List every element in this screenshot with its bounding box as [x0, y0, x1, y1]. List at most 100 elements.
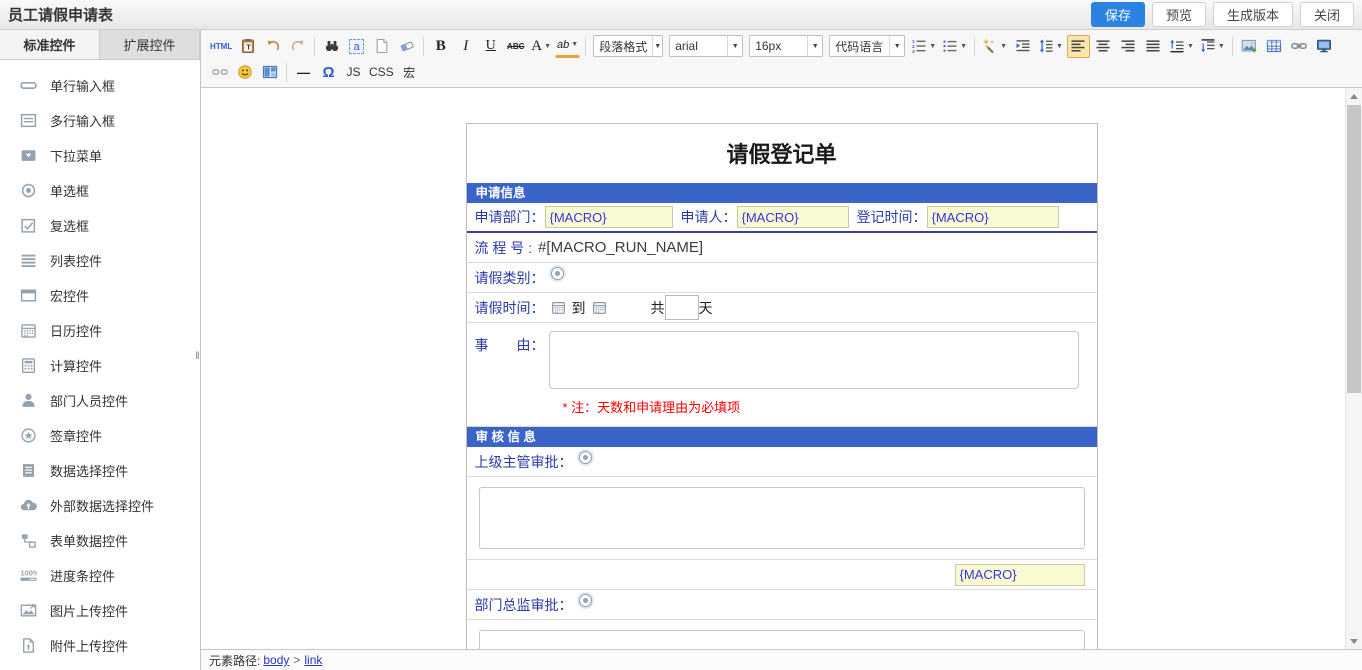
js-button[interactable]: JS [342, 61, 365, 84]
sidebar-item-file-upload-control[interactable]: 附件上传控件 [0, 628, 200, 663]
sidebar-item-signature-control[interactable]: 签章控件 [0, 418, 200, 453]
sidebar-item-image-upload-control[interactable]: 图片上传控件 [0, 593, 200, 628]
chevron-down-icon[interactable]: ▼ [807, 36, 822, 56]
sidebar-item-data-select-control[interactable]: 数据选择控件 [0, 453, 200, 488]
sidebar-item-external-data-control[interactable]: 外部数据选择控件 [0, 488, 200, 523]
font-size-select[interactable]: 16px▼ [749, 35, 823, 57]
element-path-link-link[interactable]: link [304, 653, 322, 667]
insert-image-button[interactable] [1238, 35, 1261, 58]
align-left-button[interactable] [1067, 35, 1090, 58]
special-char-button[interactable]: Ω [317, 61, 340, 84]
leave-type-radio[interactable] [551, 267, 564, 280]
bold-button[interactable]: B [429, 35, 452, 58]
sidebar-item-dropdown-menu[interactable]: 下拉菜单 [0, 138, 200, 173]
font-color-button[interactable]: A▼ [529, 35, 553, 58]
chevron-down-icon[interactable]: ▼ [1000, 43, 1007, 50]
insert-link-button[interactable] [1288, 35, 1311, 58]
editor-canvas[interactable]: 请假登记单 申请信息 申请部门： 申请人： 登记时间： 流 程 号 : #[MA… [201, 88, 1362, 649]
sidebar-item-calendar-control[interactable]: 日历控件 [0, 313, 200, 348]
end-date-calendar-icon[interactable] [592, 300, 607, 315]
sidebar-item-multi-line-input[interactable]: 多行输入框 [0, 103, 200, 138]
sidebar-item-progress-control[interactable]: 进度条控件 [0, 558, 200, 593]
strikethrough-button[interactable]: ABC [504, 35, 527, 58]
chevron-down-icon[interactable]: ▼ [652, 36, 662, 56]
days-input[interactable] [665, 295, 699, 320]
sidebar-item-single-line-input[interactable]: 单行输入框 [0, 68, 200, 103]
highlight-button[interactable]: ab▼ [555, 35, 580, 58]
chevron-down-icon[interactable]: ▼ [1187, 43, 1194, 50]
chevron-down-icon[interactable]: ▼ [571, 39, 578, 51]
sidebar-item-form-data-control[interactable]: 表单数据控件 [0, 523, 200, 558]
find-button[interactable] [320, 35, 343, 58]
tab-standard-controls[interactable]: 标准控件 [0, 30, 100, 59]
sidebar-item-list-control[interactable]: 列表控件 [0, 243, 200, 278]
align-center-button[interactable] [1092, 35, 1115, 58]
chevron-down-icon[interactable]: ▼ [960, 43, 967, 50]
new-document-button[interactable] [370, 35, 393, 58]
sidebar-splitter-handle[interactable]: ‖ [194, 348, 201, 366]
ordered-list-button[interactable]: ▼ [909, 35, 938, 58]
css-button[interactable]: CSS [367, 61, 396, 84]
paragraph-space-top-button[interactable]: ▼ [1167, 35, 1196, 58]
scrollbar-down-arrow[interactable] [1346, 633, 1362, 649]
paste-text-button[interactable] [236, 35, 259, 58]
scrollbar-up-arrow[interactable] [1346, 88, 1362, 104]
chevron-down-icon[interactable]: ▼ [1218, 43, 1225, 50]
chevron-down-icon[interactable]: ▼ [889, 36, 904, 56]
sidebar-item-radio[interactable]: 单选框 [0, 173, 200, 208]
generate-version-button[interactable]: 生成版本 [1213, 2, 1293, 27]
line-height-button[interactable]: ▼ [1036, 35, 1065, 58]
paragraph-space-bottom-button[interactable]: ▼ [1198, 35, 1227, 58]
undo-button[interactable] [261, 35, 284, 58]
underline-button[interactable]: U [479, 35, 502, 58]
canvas-scrollbar[interactable] [1345, 88, 1362, 649]
chevron-down-icon[interactable]: ▼ [727, 36, 742, 56]
save-button[interactable]: 保存 [1091, 2, 1145, 27]
applicant-macro-input[interactable] [737, 206, 849, 228]
bullet-list-button[interactable]: ▼ [940, 35, 969, 58]
regtime-macro-input[interactable] [927, 206, 1059, 228]
format-brush-button[interactable]: ▼ [980, 35, 1009, 58]
code-language-select[interactable]: 代码语言▼ [829, 35, 905, 57]
chevron-down-icon[interactable]: ▼ [1056, 43, 1063, 50]
preview-button[interactable]: 预览 [1152, 2, 1206, 27]
supervisor-label: 上级主管审批： [475, 452, 573, 472]
html-source-button[interactable]: HTML [208, 35, 234, 58]
align-right-button[interactable] [1117, 35, 1140, 58]
element-path-body-link[interactable]: body [263, 653, 289, 667]
unlink-button[interactable] [208, 61, 231, 84]
scrollbar-thumb[interactable] [1347, 105, 1361, 393]
replace-button[interactable]: a [345, 35, 368, 58]
indent-button[interactable] [1011, 35, 1034, 58]
director-comment-textarea[interactable] [479, 630, 1085, 649]
start-date-calendar-icon[interactable] [551, 300, 566, 315]
font-family-select[interactable]: arial▼ [669, 35, 743, 57]
supervisor-radio[interactable] [579, 451, 592, 464]
supervisor-comment-textarea[interactable] [479, 487, 1085, 549]
italic-button[interactable]: I [454, 35, 477, 58]
chevron-down-icon[interactable]: ▼ [544, 42, 551, 50]
sidebar-item-multi-line-input-icon [20, 112, 37, 129]
close-button[interactable]: 关闭 [1300, 2, 1354, 27]
reason-textarea[interactable] [549, 331, 1079, 389]
sidebar-item-calc-control[interactable]: 计算控件 [0, 348, 200, 383]
macro-button[interactable]: 宏 [398, 61, 421, 84]
sidebar-item-dept-person-control[interactable]: 部门人员控件 [0, 383, 200, 418]
sidebar-item-checkbox[interactable]: 复选框 [0, 208, 200, 243]
paragraph-format-select[interactable]: 段落格式▼ [593, 35, 663, 57]
align-justify-button[interactable] [1142, 35, 1165, 58]
sidebar-item-macro-control[interactable]: 宏控件 [0, 278, 200, 313]
dept-macro-input[interactable] [545, 206, 673, 228]
supervisor-macro-input[interactable] [955, 564, 1085, 586]
insert-table-button[interactable] [1263, 35, 1286, 58]
chevron-down-icon[interactable]: ▼ [929, 43, 936, 50]
emoticon-button[interactable] [233, 61, 256, 84]
director-radio[interactable] [579, 594, 592, 607]
fullscreen-button[interactable] [1313, 35, 1336, 58]
tab-extended-controls[interactable]: 扩展控件 [100, 30, 200, 59]
sidebar-item-image-upload-control-icon [20, 602, 37, 619]
eraser-button[interactable] [395, 35, 418, 58]
layout-button[interactable] [258, 61, 281, 84]
horizontal-rule-button[interactable]: — [292, 61, 315, 84]
redo-button[interactable] [286, 35, 309, 58]
